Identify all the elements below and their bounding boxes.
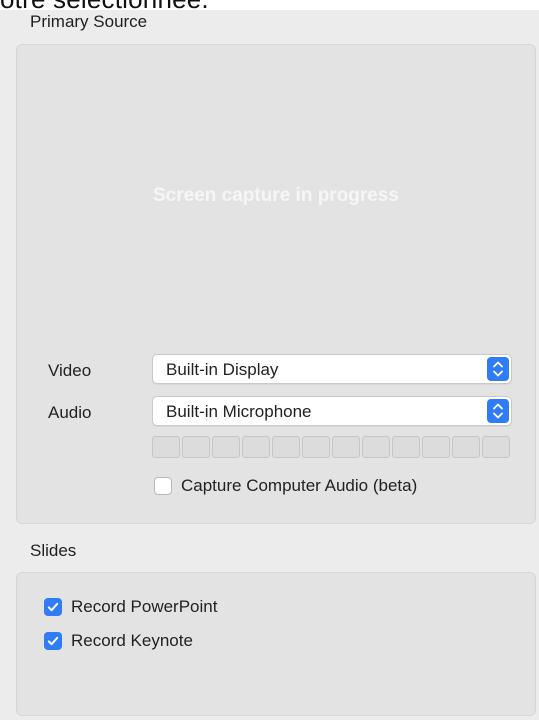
- video-source-select[interactable]: Built-in Display: [152, 354, 512, 384]
- capture-computer-audio-checkbox[interactable]: [154, 477, 172, 495]
- chevron-updown-icon: [487, 399, 509, 423]
- record-powerpoint-label: Record PowerPoint: [71, 597, 218, 616]
- capture-computer-audio-label: Capture Computer Audio (beta): [181, 476, 418, 495]
- slides-title: Slides: [30, 541, 77, 560]
- video-label: Video: [48, 361, 92, 380]
- audio-level-segment: [392, 436, 420, 458]
- audio-level-meter: [152, 436, 510, 458]
- screen-capture-status: Screen capture in progress: [152, 185, 400, 206]
- capture-computer-audio-option[interactable]: Capture Computer Audio (beta): [154, 476, 417, 496]
- audio-level-segment: [332, 436, 360, 458]
- record-keynote-label: Record Keynote: [71, 631, 193, 650]
- record-powerpoint-option[interactable]: Record PowerPoint: [44, 597, 217, 617]
- audio-level-segment: [302, 436, 330, 458]
- audio-level-segment: [152, 436, 180, 458]
- audio-level-segment: [452, 436, 480, 458]
- audio-label: Audio: [48, 403, 92, 422]
- video-source-value: Built-in Display: [166, 360, 279, 379]
- primary-source-title: Primary Source: [30, 12, 148, 31]
- audio-level-segment: [362, 436, 390, 458]
- audio-source-value: Built-in Microphone: [166, 402, 312, 421]
- record-powerpoint-checkbox[interactable]: [44, 598, 62, 616]
- chevron-updown-icon: [487, 357, 509, 381]
- record-keynote-checkbox[interactable]: [44, 632, 62, 650]
- audio-level-segment: [212, 436, 240, 458]
- audio-source-select[interactable]: Built-in Microphone: [152, 396, 512, 426]
- record-keynote-option[interactable]: Record Keynote: [44, 631, 193, 651]
- audio-level-segment: [482, 436, 510, 458]
- audio-level-segment: [422, 436, 450, 458]
- audio-level-segment: [182, 436, 210, 458]
- audio-level-segment: [242, 436, 270, 458]
- audio-level-segment: [272, 436, 300, 458]
